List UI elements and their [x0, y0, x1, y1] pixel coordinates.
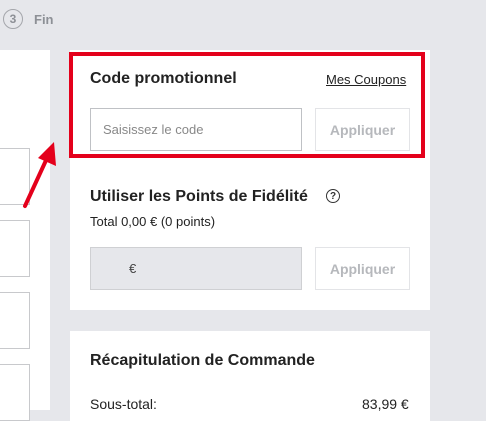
- order-summary-title: Récapitulation de Commande: [90, 352, 315, 369]
- apply-points-button[interactable]: Appliquer: [315, 247, 410, 290]
- annotation-arrow-icon: [23, 142, 56, 208]
- step-label: Fin: [34, 12, 54, 27]
- form-field[interactable]: [0, 220, 30, 277]
- help-icon[interactable]: ?: [326, 189, 340, 203]
- promo-highlight-box: [69, 52, 425, 158]
- step-number-badge: 3: [3, 9, 23, 29]
- points-total: Total 0,00 € (0 points): [90, 214, 216, 229]
- points-amount-input[interactable]: €: [90, 247, 302, 290]
- loyalty-points-title: Utiliser les Points de Fidélité: [90, 188, 308, 205]
- form-field[interactable]: [0, 364, 30, 421]
- form-field[interactable]: [0, 292, 30, 349]
- shipping-form-panel: [0, 50, 50, 421]
- currency-symbol: €: [129, 261, 137, 276]
